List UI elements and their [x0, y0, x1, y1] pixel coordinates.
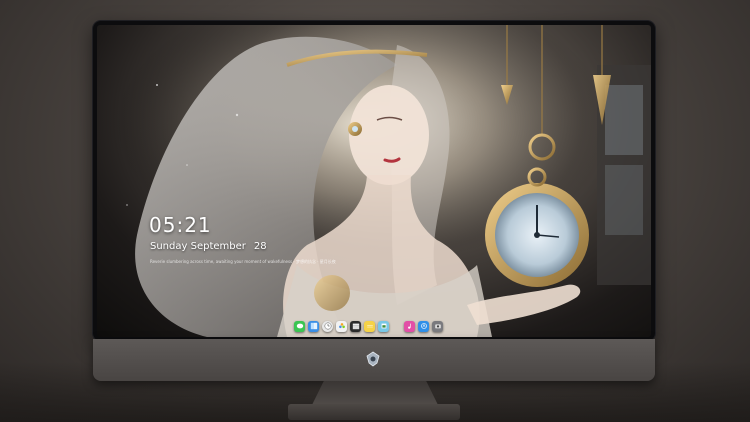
lock-screen-quote: Reverie slumbering across time, awaiting…: [150, 259, 336, 264]
lock-screen-date: Sunday September 28: [150, 241, 267, 252]
monitor: 05:21 Sunday September 28 Reverie slumber…: [93, 21, 655, 381]
lock-screen-time: 05:21: [149, 213, 212, 237]
dock-item-camera[interactable]: [432, 320, 443, 332]
monitor-stand-base: [288, 404, 460, 420]
dock-item-photos[interactable]: [336, 320, 347, 332]
preview-icon: [381, 323, 386, 329]
brand-logo-icon: [366, 351, 380, 367]
dock-item-preview[interactable]: [378, 320, 389, 332]
date-day: 28: [253, 241, 267, 252]
dock-item-notes[interactable]: [364, 320, 375, 332]
finder-icon: [310, 322, 317, 330]
clock-icon: [324, 322, 331, 330]
dock-item-messages[interactable]: [294, 320, 305, 332]
monitor-chin: [93, 339, 655, 381]
camera-icon: [434, 324, 441, 329]
wallpaper: [97, 25, 651, 337]
dock-item-app-store[interactable]: [418, 320, 429, 332]
itunes-icon: [407, 323, 411, 329]
notes-icon: [366, 325, 373, 328]
screen[interactable]: 05:21 Sunday September 28 Reverie slumber…: [97, 25, 651, 337]
messages-icon: [296, 323, 303, 329]
clapper-icon: [352, 323, 359, 330]
monitor-bezel: 05:21 Sunday September 28 Reverie slumber…: [93, 21, 655, 341]
dock-item-clock[interactable]: [322, 320, 333, 332]
room-background: 05:21 Sunday September 28 Reverie slumber…: [0, 0, 750, 422]
dock-item-clapper[interactable]: [350, 320, 361, 332]
dock-item-itunes[interactable]: [404, 320, 415, 332]
photos-icon: [338, 323, 345, 329]
date-weekday-month: Sunday September: [150, 241, 246, 252]
app-store-icon: [420, 323, 427, 329]
dock: [291, 319, 446, 333]
dock-item-finder[interactable]: [308, 320, 319, 332]
